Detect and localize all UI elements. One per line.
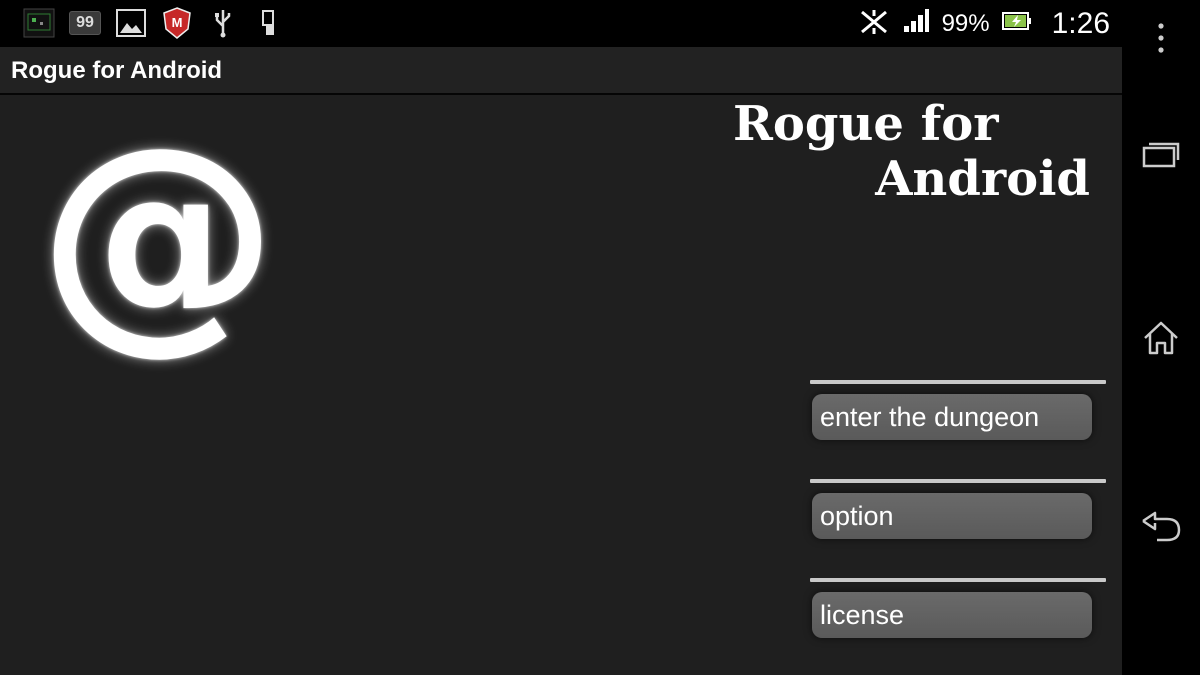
menu-item-enter-dungeon: enter the dungeon (810, 380, 1106, 440)
mcafee-icon: M (160, 7, 194, 39)
app-thumbnail-icon (22, 8, 56, 38)
status-right: 99% 1:26 (858, 0, 1110, 47)
badge-99-icon: 99 (68, 8, 102, 38)
app-title: Rogue for Android (11, 57, 223, 84)
menu-item-option: option (810, 479, 1106, 539)
option-button[interactable]: option (812, 493, 1092, 539)
signal-strength-icon (902, 8, 930, 39)
battery-percent: 99% (941, 9, 990, 37)
recent-apps-icon[interactable] (1122, 136, 1200, 172)
main-content: @ Rogue for Android enter the dungeon op… (0, 95, 1122, 675)
battery-charging-icon (1001, 11, 1032, 36)
notification-icons: 99 M (22, 6, 286, 40)
svg-text:M: M (172, 15, 183, 30)
game-title-line2: Android (875, 151, 1090, 207)
game-title-line1: Rogue for (733, 96, 999, 152)
navigation-bar (1122, 0, 1200, 675)
at-symbol-logo: @ (38, 95, 278, 375)
status-bar: 99 M 99% 1:26 (0, 0, 1122, 47)
no-signal-icon (858, 6, 890, 41)
menu-divider (810, 479, 1106, 483)
usb-debug-icon (252, 8, 286, 38)
clock: 1:26 (1051, 6, 1110, 40)
action-bar: Rogue for Android (0, 47, 1122, 95)
menu-item-license: license (810, 578, 1106, 638)
menu-divider (810, 578, 1106, 582)
badge-99-text: 99 (69, 11, 101, 35)
enter-dungeon-button[interactable]: enter the dungeon (812, 394, 1092, 440)
overflow-menu-icon[interactable] (1122, 20, 1200, 56)
usb-icon (206, 8, 240, 38)
gallery-icon (114, 8, 148, 38)
home-icon[interactable] (1122, 318, 1200, 358)
license-button[interactable]: license (812, 592, 1092, 638)
menu-divider (810, 380, 1106, 384)
back-icon[interactable] (1122, 506, 1200, 546)
game-title: Rogue for Android (730, 97, 1090, 207)
